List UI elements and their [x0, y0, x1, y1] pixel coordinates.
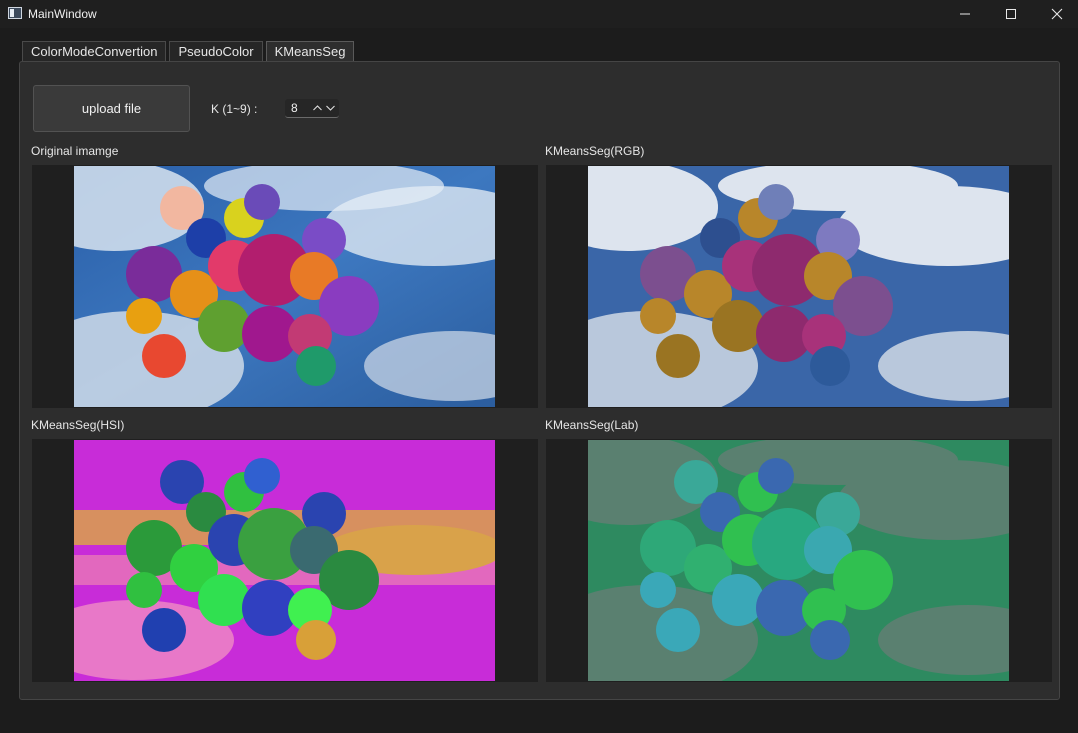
- k-value: 8: [291, 101, 298, 115]
- tab-color-mode-convertion[interactable]: ColorModeConvertion: [22, 41, 167, 62]
- close-icon: [1051, 8, 1063, 20]
- title-bar: MainWindow: [0, 0, 1078, 28]
- window-title: MainWindow: [28, 7, 97, 21]
- minimize-button[interactable]: [942, 0, 988, 28]
- kmeans-hsi-label: KMeansSeg(HSI): [31, 418, 125, 432]
- maximize-icon: [1006, 9, 1016, 19]
- close-button[interactable]: [1034, 0, 1078, 28]
- upload-file-button[interactable]: upload file: [33, 85, 190, 132]
- tab-pseudo-color[interactable]: PseudoColor: [169, 41, 263, 62]
- tab-bar: ColorModeConvertion PseudoColor KMeansSe…: [22, 41, 357, 62]
- kmeans-lab-frame: [546, 439, 1052, 682]
- original-image: [74, 166, 495, 407]
- chevron-down-icon[interactable]: [325, 102, 336, 114]
- kmeans-lab-label: KMeansSeg(Lab): [545, 418, 639, 432]
- kmeans-hsi-frame: [32, 439, 538, 682]
- maximize-button[interactable]: [988, 0, 1034, 28]
- original-image-label: Original imamge: [31, 144, 119, 158]
- kmeans-rgb-image: [588, 166, 1009, 407]
- kmeans-hsi-image: [74, 440, 495, 681]
- original-image-frame: [32, 165, 538, 408]
- app-window-icon: [8, 7, 22, 19]
- minimize-icon: [960, 13, 970, 15]
- k-label: K (1~9) :: [211, 102, 258, 116]
- kmeans-lab-image: [588, 440, 1009, 681]
- chevron-up-icon[interactable]: [312, 102, 323, 114]
- k-spinbox[interactable]: 8: [285, 99, 339, 118]
- kmeans-rgb-frame: [546, 165, 1052, 408]
- kmeans-rgb-label: KMeansSeg(RGB): [545, 144, 645, 158]
- tab-kmeans-seg[interactable]: KMeansSeg: [265, 41, 355, 62]
